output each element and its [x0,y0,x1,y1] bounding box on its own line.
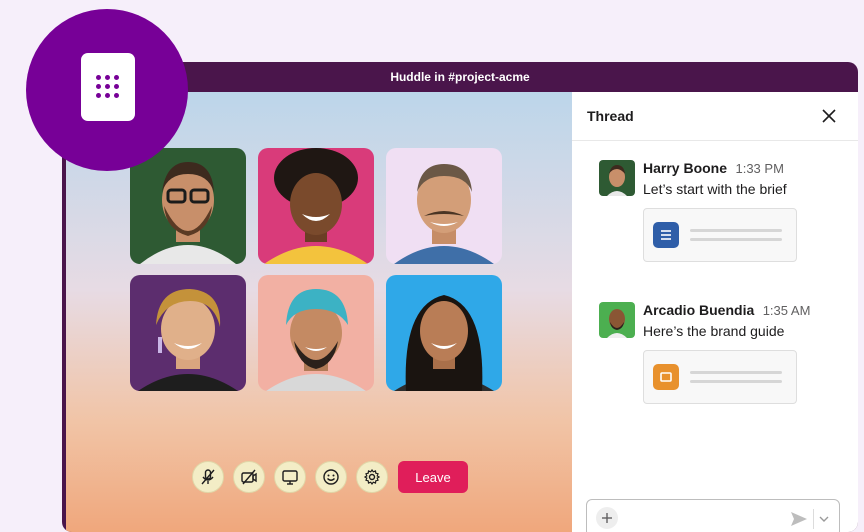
message-text: Here’s the brand guide [643,323,785,339]
participant-tile[interactable] [258,275,374,391]
mute-mic-button[interactable] [192,461,224,493]
huddle-badge [26,9,188,171]
message-author[interactable]: Arcadio Buendia [643,302,754,318]
file-attachment[interactable] [643,208,797,262]
avatar[interactable] [599,302,635,338]
message-timestamp[interactable]: 1:35 AM [763,303,811,318]
message-text: Let’s start with the brief [643,181,787,197]
message-author[interactable]: Harry Boone [643,160,727,176]
plus-icon[interactable] [596,507,618,529]
file-attachment[interactable] [643,350,797,404]
video-off-button[interactable] [233,461,265,493]
settings-button[interactable] [356,461,388,493]
close-icon[interactable] [820,107,838,125]
screen-share-button[interactable] [274,461,306,493]
thread-panel: Thread Harry Boone 1:33 PM Let’s start w… [572,92,858,532]
participant-tile[interactable] [130,148,246,264]
document-icon [653,222,679,248]
huddle-window: Huddle in #project-acme Leave Thread Har… [62,62,858,532]
send-icon[interactable] [789,510,809,528]
participant-tile[interactable] [130,275,246,391]
emoji-button[interactable] [315,461,347,493]
participant-tile[interactable] [386,148,502,264]
message-timestamp[interactable]: 1:33 PM [735,161,783,176]
emoji-icon [323,469,339,485]
mute-mic-icon [201,469,215,485]
participant-tile[interactable] [386,275,502,391]
screen-share-icon [282,470,298,485]
call-controls: Leave [192,461,468,493]
dialpad-icon [81,53,135,121]
thread-header: Thread [572,92,858,141]
divider [813,509,814,529]
chevron-down-icon[interactable] [818,513,830,525]
thread-title: Thread [587,108,634,124]
video-off-icon [241,469,257,485]
presentation-icon [653,364,679,390]
leave-button[interactable]: Leave [398,461,468,493]
participant-tile[interactable] [258,148,374,264]
settings-icon [363,468,381,486]
avatar[interactable] [599,160,635,196]
message-composer[interactable] [586,499,840,532]
